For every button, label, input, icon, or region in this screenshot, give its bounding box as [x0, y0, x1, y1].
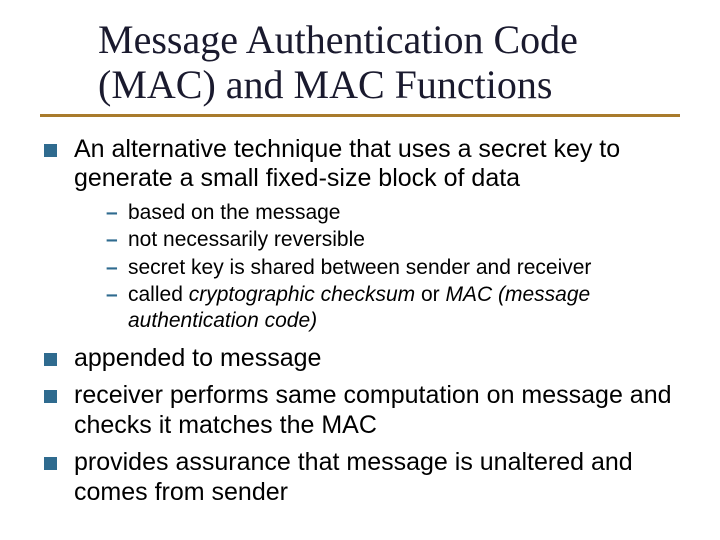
- bullet-text: An alternative technique that uses a sec…: [74, 135, 620, 193]
- slide-title: Message Authentication Code (MAC) and MA…: [98, 18, 680, 108]
- bullet-item: appended to message: [40, 344, 680, 374]
- sub-bullet-text: not necessarily reversible: [128, 228, 365, 251]
- sub-bullet-text-prefix: called: [128, 283, 189, 306]
- slide-body: An alternative technique that uses a sec…: [40, 135, 680, 508]
- title-underline: [40, 114, 680, 117]
- bullet-text: appended to message: [74, 344, 321, 372]
- bullet-item: receiver performs same computation on me…: [40, 381, 680, 440]
- bullet-list: An alternative technique that uses a sec…: [40, 135, 680, 508]
- sub-bullet-text: secret key is shared between sender and …: [128, 256, 591, 279]
- sub-bullet-text: based on the message: [128, 201, 340, 224]
- sub-bullet-em: cryptographic checksum: [189, 283, 415, 306]
- title-line-1: Message Authentication Code: [98, 17, 578, 62]
- sub-bullet-list: based on the message not necessarily rev…: [74, 200, 680, 334]
- sub-bullet-item: not necessarily reversible: [106, 227, 680, 253]
- bullet-item: An alternative technique that uses a sec…: [40, 135, 680, 334]
- sub-bullet-text-mid: or: [415, 283, 445, 306]
- sub-bullet-item: secret key is shared between sender and …: [106, 255, 680, 281]
- sub-bullet-item: based on the message: [106, 200, 680, 226]
- bullet-text: receiver performs same computation on me…: [74, 381, 672, 439]
- bullet-item: provides assurance that message is unalt…: [40, 448, 680, 507]
- title-line-2: (MAC) and MAC Functions: [98, 62, 552, 107]
- sub-bullet-item: called cryptographic checksum or MAC (me…: [106, 282, 680, 333]
- slide: Message Authentication Code (MAC) and MA…: [0, 0, 720, 540]
- bullet-text: provides assurance that message is unalt…: [74, 448, 633, 506]
